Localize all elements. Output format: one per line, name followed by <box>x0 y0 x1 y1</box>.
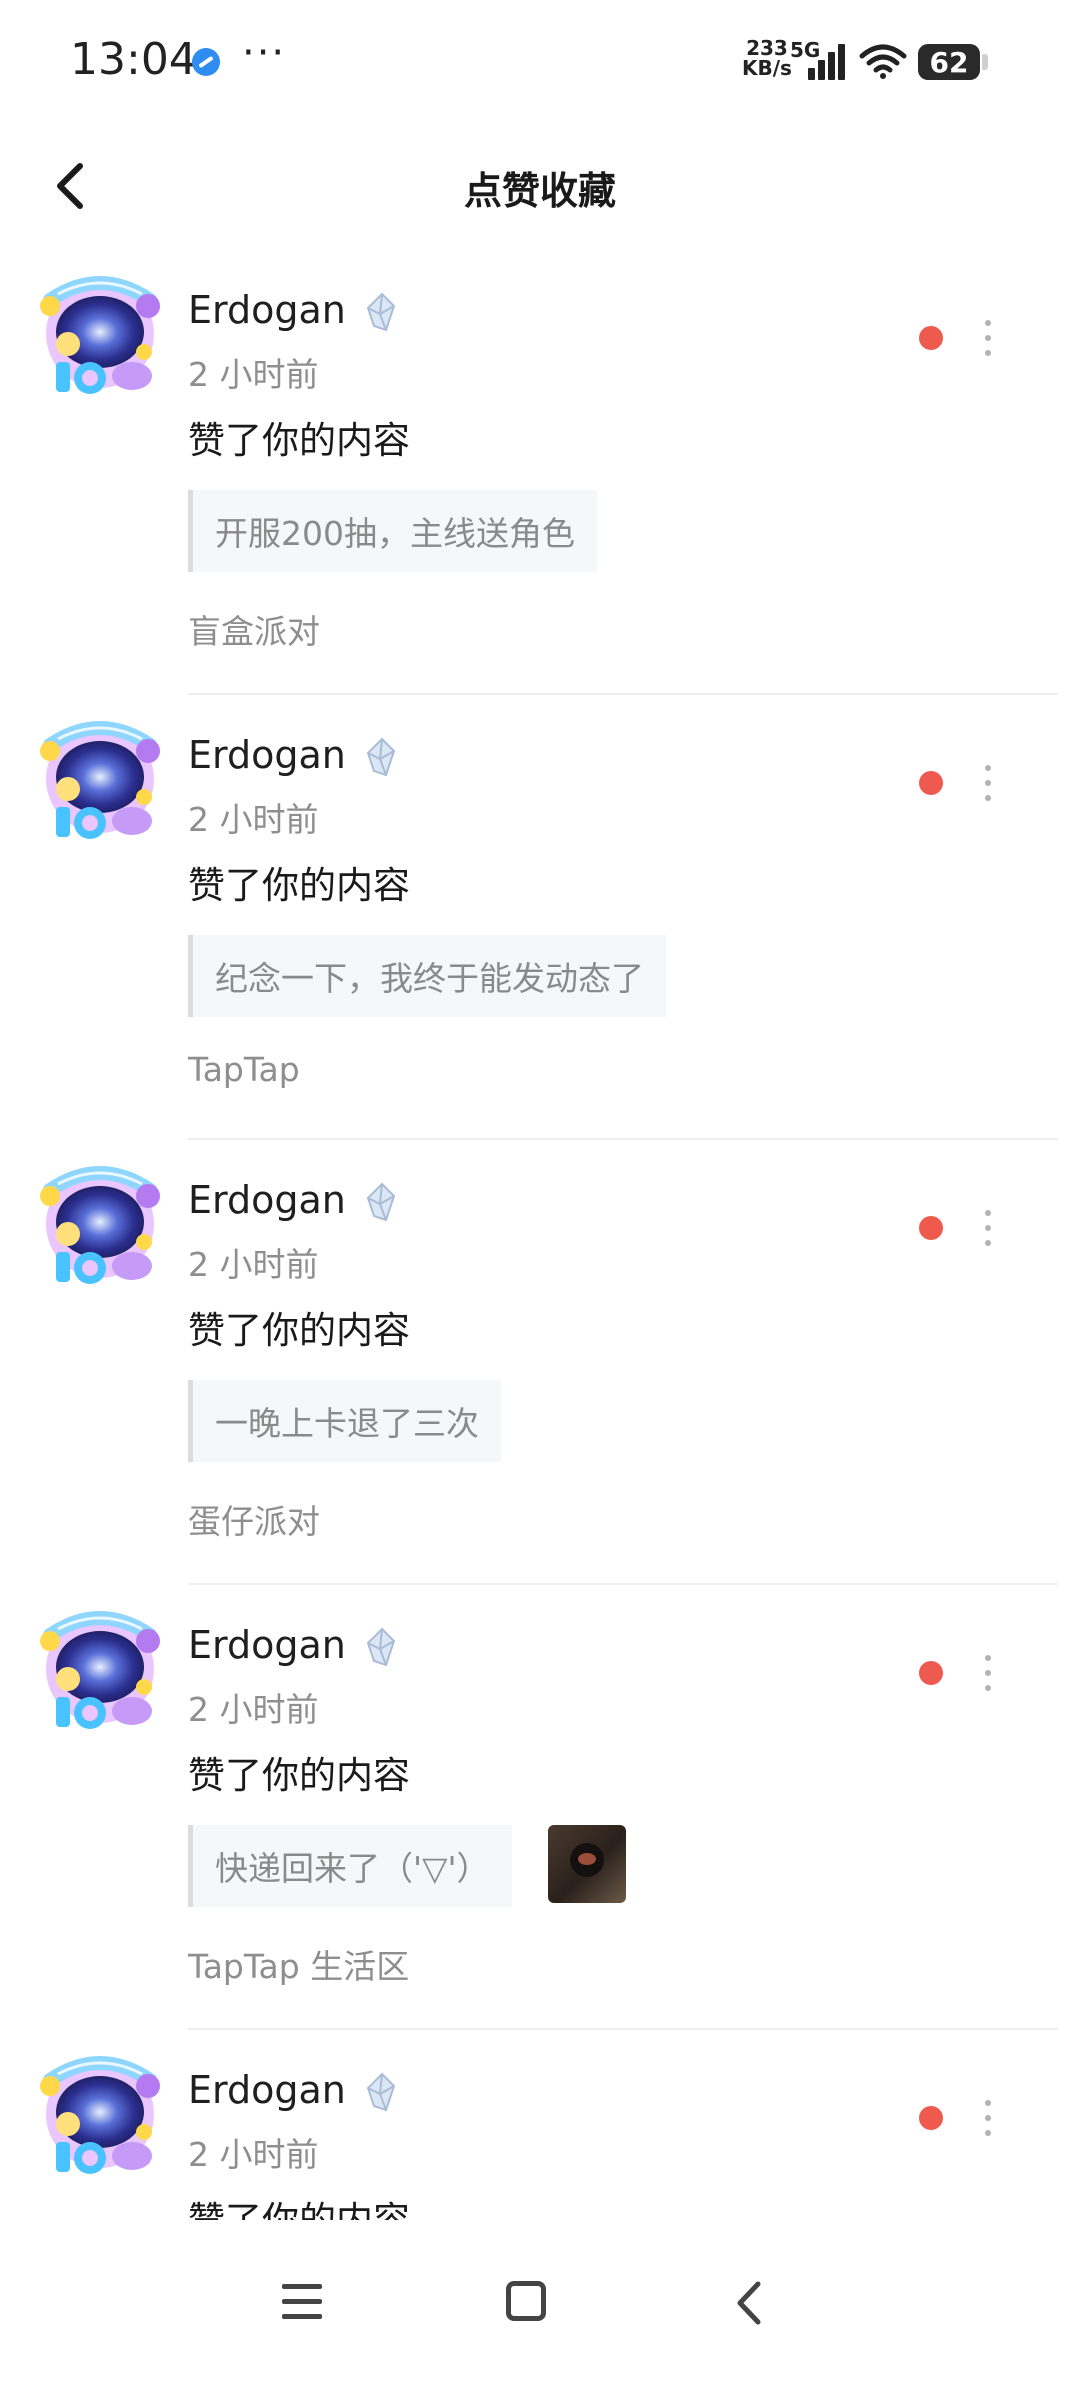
quoted-content[interactable]: 开服200抽，主线送角色 <box>188 490 597 572</box>
avatar[interactable] <box>32 270 168 406</box>
home-square-icon[interactable] <box>506 2281 546 2321</box>
status-bar: 13:04 ··· 233 KB/s 5G 62 <box>0 0 1080 120</box>
network-speed-unit: KB/s <box>742 56 792 80</box>
timestamp: 2 小时前 <box>188 1690 319 1729</box>
more-dots-icon: ··· <box>242 30 287 76</box>
notification-item[interactable]: Erdogan 2 小时前 赞了你的内容 <box>0 2030 1080 2220</box>
timestamp: 2 小时前 <box>188 2135 319 2174</box>
username[interactable]: Erdogan <box>188 733 346 777</box>
unread-dot <box>919 2106 943 2130</box>
notification-feed[interactable]: Erdogan 2 小时前 赞了你的内容 开服200抽，主线送角色 盲盒派对 E… <box>0 250 1080 2220</box>
action-text: 赞了你的内容 <box>188 1754 410 1797</box>
source-community[interactable]: TapTap <box>188 1050 300 1089</box>
system-navigation-bar <box>0 2220 1080 2400</box>
quoted-content[interactable]: 一晚上卡退了三次 <box>188 1380 501 1462</box>
timestamp: 2 小时前 <box>188 800 319 839</box>
status-time: 13:04 <box>70 34 197 85</box>
timestamp: 2 小时前 <box>188 1245 319 1284</box>
notification-item[interactable]: Erdogan 2 小时前 赞了你的内容 一晚上卡退了三次 蛋仔派对 <box>0 1140 1080 1585</box>
network-speed-value: 233 <box>746 36 788 60</box>
crystal-badge-icon <box>366 737 395 777</box>
app-notification-icon <box>192 48 220 76</box>
avatar[interactable] <box>32 715 168 851</box>
username[interactable]: Erdogan <box>188 1623 346 1667</box>
crystal-badge-icon <box>366 1182 395 1222</box>
username[interactable]: Erdogan <box>188 2068 346 2112</box>
more-vertical-icon[interactable] <box>970 308 1006 368</box>
content-thumbnail[interactable] <box>548 1825 626 1903</box>
quoted-content[interactable]: 纪念一下，我终于能发动态了 <box>188 935 666 1017</box>
username[interactable]: Erdogan <box>188 1178 346 1222</box>
avatar[interactable] <box>32 1160 168 1296</box>
signal-icon <box>808 42 848 80</box>
nav-header: 点赞收藏 <box>0 120 1080 250</box>
notification-item[interactable]: Erdogan 2 小时前 赞了你的内容 纪念一下，我终于能发动态了 TapTa… <box>0 695 1080 1140</box>
unread-dot <box>919 326 943 350</box>
more-vertical-icon[interactable] <box>970 2088 1006 2148</box>
notification-item[interactable]: Erdogan 2 小时前 赞了你的内容 快递回来了（'▽'） TapTap 生… <box>0 1585 1080 2030</box>
action-text: 赞了你的内容 <box>188 1309 410 1352</box>
battery-icon: 62 <box>918 44 988 80</box>
source-community[interactable]: TapTap 生活区 <box>188 1940 409 1988</box>
network-speed: 233 KB/s <box>742 38 792 78</box>
crystal-badge-icon <box>366 2072 395 2112</box>
username[interactable]: Erdogan <box>188 288 346 332</box>
unread-dot <box>919 771 943 795</box>
crystal-badge-icon <box>366 292 395 332</box>
notification-item[interactable]: Erdogan 2 小时前 赞了你的内容 开服200抽，主线送角色 盲盒派对 <box>0 250 1080 695</box>
battery-level: 62 <box>929 46 969 79</box>
action-text: 赞了你的内容 <box>188 419 410 462</box>
wifi-icon <box>859 44 907 79</box>
action-text: 赞了你的内容 <box>188 2190 410 2220</box>
source-community[interactable]: 盲盒派对 <box>188 605 320 653</box>
page-title: 点赞收藏 <box>463 169 616 213</box>
unread-dot <box>919 1216 943 1240</box>
avatar[interactable] <box>32 1605 168 1741</box>
more-vertical-icon[interactable] <box>970 1198 1006 1258</box>
more-vertical-icon[interactable] <box>970 753 1006 813</box>
quoted-content[interactable]: 快递回来了（'▽'） <box>188 1825 512 1907</box>
more-vertical-icon[interactable] <box>970 1643 1006 1703</box>
source-community[interactable]: 蛋仔派对 <box>188 1495 320 1543</box>
crystal-badge-icon <box>366 1627 395 1667</box>
timestamp: 2 小时前 <box>188 355 319 394</box>
action-text: 赞了你的内容 <box>188 864 410 907</box>
unread-dot <box>919 1661 943 1685</box>
menu-icon[interactable] <box>282 2282 326 2322</box>
back-chevron-icon[interactable] <box>730 2280 770 2326</box>
avatar[interactable] <box>32 2050 168 2186</box>
